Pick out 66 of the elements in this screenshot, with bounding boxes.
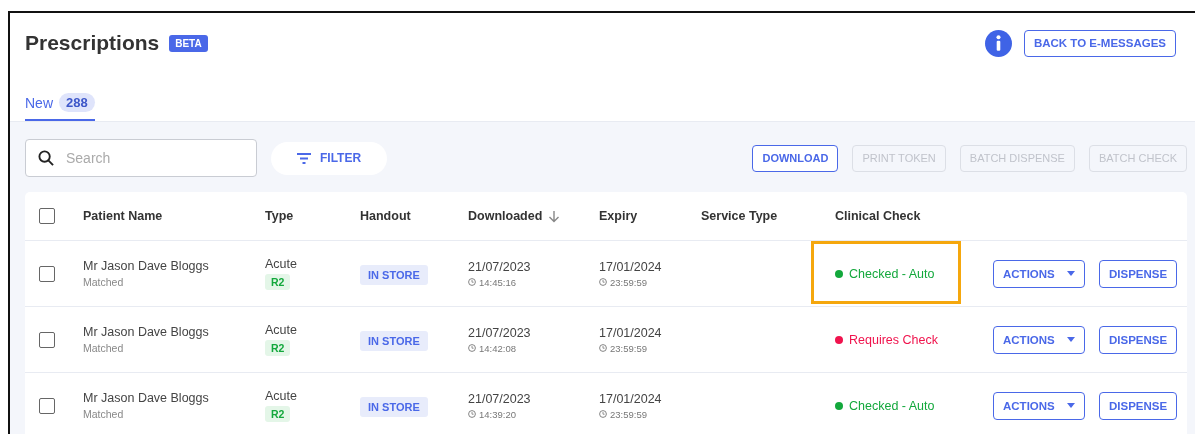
actions-button[interactable]: ACTIONS xyxy=(993,391,1085,420)
caret-icon xyxy=(1066,271,1075,276)
time-text: 23:59:59 xyxy=(610,276,647,288)
time-text: 23:59:59 xyxy=(610,342,647,354)
prescription-type: Acute xyxy=(265,257,297,271)
dispense-button[interactable]: DISPENSE xyxy=(1099,391,1178,420)
match-status: Matched xyxy=(83,408,124,420)
time-text: 14:39:20 xyxy=(479,408,516,420)
back-button[interactable]: BACK TO E-MESSAGES xyxy=(1023,29,1176,57)
filter-icon xyxy=(297,152,311,164)
clock-icon xyxy=(599,410,607,418)
toolbar-button[interactable]: DOWNLOAD xyxy=(752,144,839,172)
clock-icon xyxy=(468,344,476,352)
time-text: 14:42:08 xyxy=(479,342,516,354)
patient-name: Mr Jason Dave Bloggs xyxy=(83,391,209,405)
column-header[interactable]: Handout xyxy=(360,209,411,223)
clock-icon xyxy=(468,410,476,418)
page-title: Prescriptions xyxy=(25,31,160,55)
row-checkbox[interactable] xyxy=(39,397,55,414)
patient-name: Mr Jason Dave Bloggs xyxy=(83,259,209,273)
clinical-check-status: Checked - Auto xyxy=(849,398,935,413)
caret-icon xyxy=(1066,337,1075,342)
info-icon xyxy=(984,29,1012,57)
dispense-button[interactable]: DISPENSE xyxy=(1099,259,1178,288)
dispense-button[interactable]: DISPENSE xyxy=(1099,325,1178,354)
search-field[interactable]: Search xyxy=(25,139,257,177)
date-text: 21/07/2023 xyxy=(468,325,531,340)
match-status: Matched xyxy=(83,276,124,288)
date-text: 21/07/2023 xyxy=(468,259,531,274)
type-tag: R2 xyxy=(265,274,291,290)
prescription-type: Acute xyxy=(265,389,297,403)
match-status: Matched xyxy=(83,342,124,354)
select-all-checkbox[interactable] xyxy=(39,208,55,224)
sort-arrow-icon xyxy=(548,209,561,223)
patient-name: Mr Jason Dave Bloggs xyxy=(83,325,209,339)
caret-icon xyxy=(1066,403,1075,408)
count-badge: 288 xyxy=(59,93,95,112)
column-header[interactable]: Clinical Check xyxy=(835,209,921,223)
handout-tag: IN STORE xyxy=(360,396,428,417)
row-checkbox[interactable] xyxy=(39,331,55,348)
actions-button[interactable]: ACTIONS xyxy=(993,325,1085,354)
column-header[interactable]: Patient Name xyxy=(83,209,163,223)
handout-tag: IN STORE xyxy=(360,264,428,285)
handout-tag: IN STORE xyxy=(360,330,428,351)
row-checkbox[interactable] xyxy=(39,265,55,282)
column-header[interactable]: Service Type xyxy=(701,209,778,223)
clock-icon xyxy=(599,278,607,286)
filter-button[interactable]: FILTER xyxy=(271,141,388,175)
prescription-type: Acute xyxy=(265,323,297,337)
type-tag: R2 xyxy=(265,340,291,356)
date-text: 17/01/2024 xyxy=(599,391,662,406)
column-header[interactable]: Downloaded xyxy=(468,209,543,223)
column-header[interactable]: Type xyxy=(265,209,294,223)
clock-icon xyxy=(599,344,607,352)
time-text: 14:45:16 xyxy=(479,276,516,288)
date-text: 21/07/2023 xyxy=(468,391,531,406)
column-header[interactable]: Expiry xyxy=(599,209,638,223)
type-tag: R2 xyxy=(265,406,291,422)
date-text: 17/01/2024 xyxy=(599,325,662,340)
beta-badge: BETA xyxy=(169,34,208,52)
date-text: 17/01/2024 xyxy=(599,259,662,274)
clinical-check-status: Requires Check xyxy=(849,332,938,347)
clock-icon xyxy=(468,278,476,286)
clinical-check-status: Checked - Auto xyxy=(849,266,935,281)
time-text: 23:59:59 xyxy=(610,408,647,420)
actions-button[interactable]: ACTIONS xyxy=(993,259,1085,288)
